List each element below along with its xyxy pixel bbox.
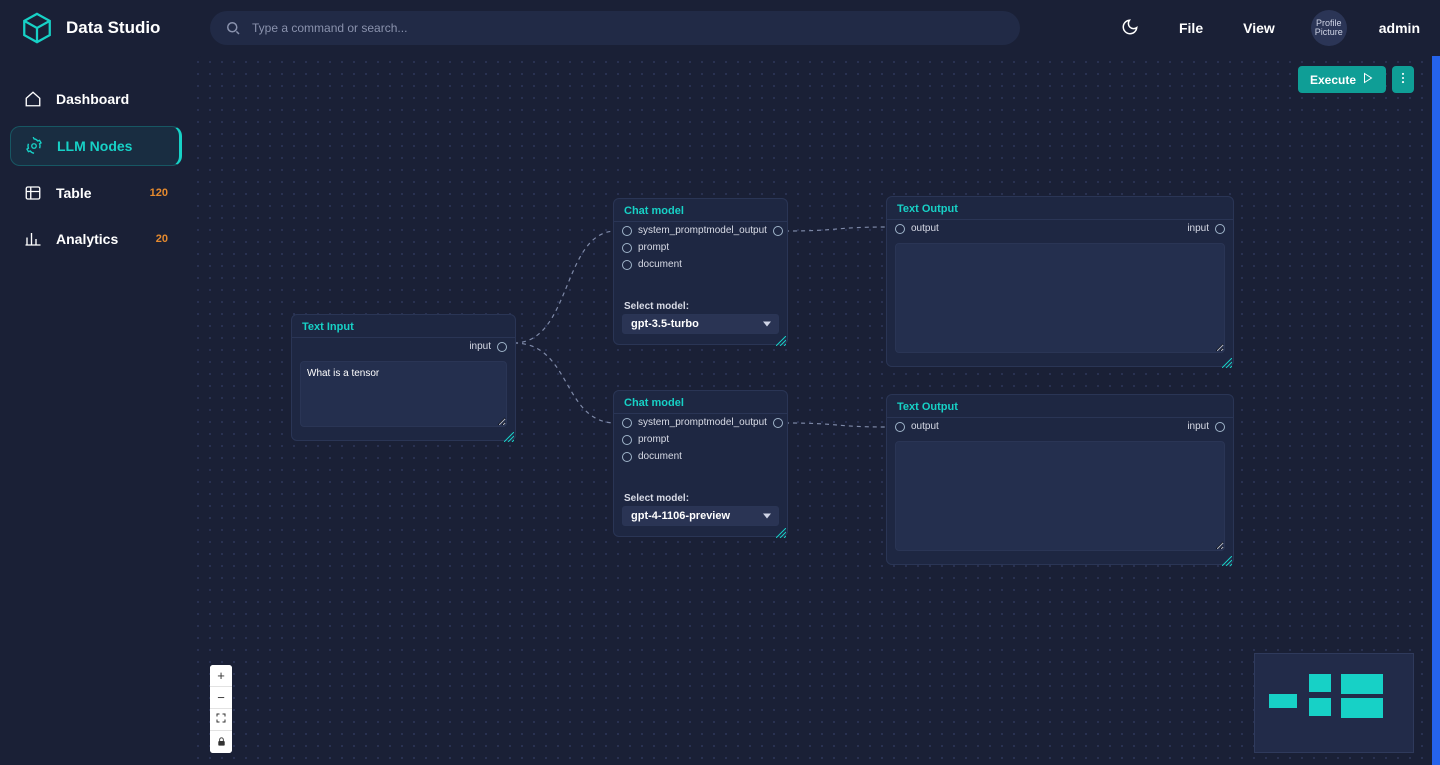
port-out-model-output[interactable]: model_output [706,417,783,428]
command-search[interactable] [210,11,1020,45]
moon-icon [1121,23,1139,39]
port-in-prompt[interactable]: prompt [622,434,669,445]
table-icon [24,184,42,202]
node-text-output-2[interactable]: Text Output output input [886,394,1234,565]
lock-icon [216,735,227,750]
avatar[interactable]: Profile Picture [1311,10,1347,46]
node-text-input[interactable]: Text Input input [291,314,516,441]
node-text-output-1[interactable]: Text Output output input [886,196,1234,367]
port-in-output[interactable]: output [895,421,939,432]
menu-view[interactable]: View [1239,14,1279,42]
resize-handle[interactable] [776,333,786,343]
text-output-field[interactable] [895,243,1225,353]
header: Data Studio File View Profile Picture ad… [0,0,1440,56]
sidebar-item-label: Table [56,185,92,201]
search-icon [224,19,242,37]
port-out-input[interactable]: input [469,341,507,352]
sidebar-item-label: Analytics [56,231,118,247]
sidebar-item-llm-nodes[interactable]: LLM Nodes [10,126,182,166]
gear-icon [25,137,43,155]
canvas-toolbar: Execute [1298,66,1414,93]
port-in-document[interactable]: document [622,259,682,270]
app-name: Data Studio [66,18,160,38]
node-title: Text Input [292,315,515,337]
zoom-out-button[interactable]: − [210,687,232,709]
plus-icon: + [217,668,225,683]
select-model-label: Select model: [614,301,787,312]
maximize-icon [215,712,227,727]
node-canvas[interactable]: Execute Text Input [192,56,1440,765]
port-out-input[interactable]: input [1187,421,1225,432]
zoom-fit-button[interactable] [210,709,232,731]
theme-toggle[interactable] [1117,12,1143,45]
node-chat-model-1[interactable]: Chat model system_prompt model_output pr… [613,198,788,345]
node-chat-model-2[interactable]: Chat model system_prompt model_output pr… [613,390,788,537]
zoom-controls: + − [210,665,232,753]
zoom-in-button[interactable]: + [210,665,232,687]
zoom-lock-button[interactable] [210,731,232,753]
sidebar: Dashboard LLM Nodes Table 120 Analytics … [0,56,192,765]
logo-icon [20,11,54,45]
port-in-system-prompt[interactable]: system_prompt [622,225,706,236]
node-title: Text Output [887,197,1233,219]
resize-handle[interactable] [504,429,514,439]
execute-label: Execute [1310,73,1356,87]
app-logo: Data Studio [20,11,192,45]
header-right: File View Profile Picture admin [1117,10,1420,46]
select-model-label: Select model: [614,493,787,504]
username: admin [1379,20,1420,36]
menu-file[interactable]: File [1175,14,1207,42]
more-vertical-icon [1396,71,1410,88]
more-button[interactable] [1392,66,1414,93]
node-title: Text Output [887,395,1233,417]
sidebar-item-dashboard[interactable]: Dashboard [10,80,182,118]
port-in-document[interactable]: document [622,451,682,462]
model-select-2[interactable]: gpt-4-1106-preview [622,506,779,526]
minimap[interactable] [1254,653,1414,753]
port-in-output[interactable]: output [895,223,939,234]
resize-handle[interactable] [1222,553,1232,563]
play-icon [1362,72,1374,87]
canvas-wrap: Execute Text Input [192,56,1440,765]
sidebar-item-analytics[interactable]: Analytics 20 [10,220,182,258]
sidebar-item-label: LLM Nodes [57,138,132,154]
minus-icon: − [217,690,225,705]
text-output-field[interactable] [895,441,1225,551]
sidebar-item-label: Dashboard [56,91,129,107]
resize-handle[interactable] [1222,355,1232,365]
port-in-prompt[interactable]: prompt [622,242,669,253]
search-input[interactable] [250,20,1006,36]
chart-icon [24,230,42,248]
home-icon [24,90,42,108]
execute-button[interactable]: Execute [1298,66,1386,93]
port-out-input[interactable]: input [1187,223,1225,234]
port-in-system-prompt[interactable]: system_prompt [622,417,706,428]
sidebar-badge: 120 [150,187,168,199]
sidebar-badge: 20 [156,233,168,245]
text-input-field[interactable] [300,361,507,427]
sidebar-item-table[interactable]: Table 120 [10,174,182,212]
node-title: Chat model [614,391,787,413]
resize-handle[interactable] [776,525,786,535]
model-select-1[interactable]: gpt-3.5-turbo [622,314,779,334]
node-title: Chat model [614,199,787,221]
port-out-model-output[interactable]: model_output [706,225,783,236]
